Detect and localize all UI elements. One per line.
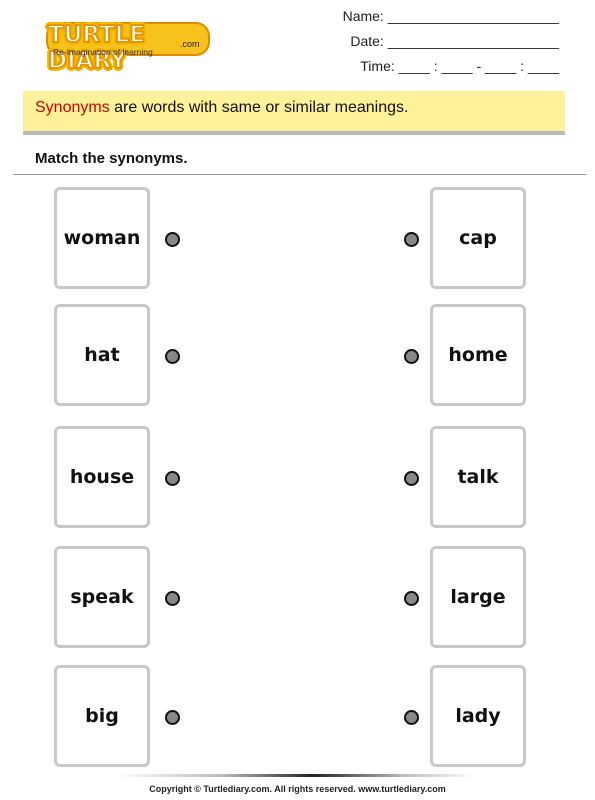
- footer-divider: [115, 774, 475, 777]
- right-connector-dot[interactable]: [404, 349, 419, 364]
- right-word-card[interactable]: lady: [430, 665, 526, 767]
- right-word-card[interactable]: talk: [430, 426, 526, 528]
- name-field: Name: ______________________: [342, 8, 559, 24]
- left-word-card[interactable]: hat: [54, 304, 150, 406]
- right-word-card[interactable]: large: [430, 546, 526, 648]
- left-connector-dot[interactable]: [165, 232, 180, 247]
- right-word-card[interactable]: cap: [430, 187, 526, 289]
- left-word-card[interactable]: speak: [54, 546, 150, 648]
- logo-suffix: .com: [180, 39, 200, 49]
- left-word-card[interactable]: house: [54, 426, 150, 528]
- left-connector-dot[interactable]: [165, 349, 180, 364]
- tagline: Re-Imagination of learning: [53, 47, 153, 57]
- right-connector-dot[interactable]: [404, 710, 419, 725]
- definition-banner: Synonyms are words with same or similar …: [23, 91, 565, 135]
- instruction: Match the synonyms.: [35, 150, 188, 167]
- left-word-card[interactable]: woman: [54, 187, 150, 289]
- date-field: Date: ______________________: [350, 33, 559, 49]
- right-connector-dot[interactable]: [404, 591, 419, 606]
- right-connector-dot[interactable]: [404, 232, 419, 247]
- left-word-card[interactable]: big: [54, 665, 150, 767]
- divider: [13, 174, 586, 175]
- definition-body: are words with same or similar meanings.: [109, 99, 409, 116]
- time-field: Time: ____ : ____ - ____ : ____: [360, 58, 559, 74]
- right-connector-dot[interactable]: [404, 471, 419, 486]
- left-connector-dot[interactable]: [165, 471, 180, 486]
- left-connector-dot[interactable]: [165, 591, 180, 606]
- definition-text: Synonyms are words with same or similar …: [35, 99, 408, 117]
- right-word-card[interactable]: home: [430, 304, 526, 406]
- logo: TURTLE DIARY: [22, 10, 210, 75]
- left-connector-dot[interactable]: [165, 710, 180, 725]
- definition-keyword: Synonyms: [35, 99, 110, 116]
- copyright: Copyright © Turtlediary.com. All rights …: [149, 784, 446, 794]
